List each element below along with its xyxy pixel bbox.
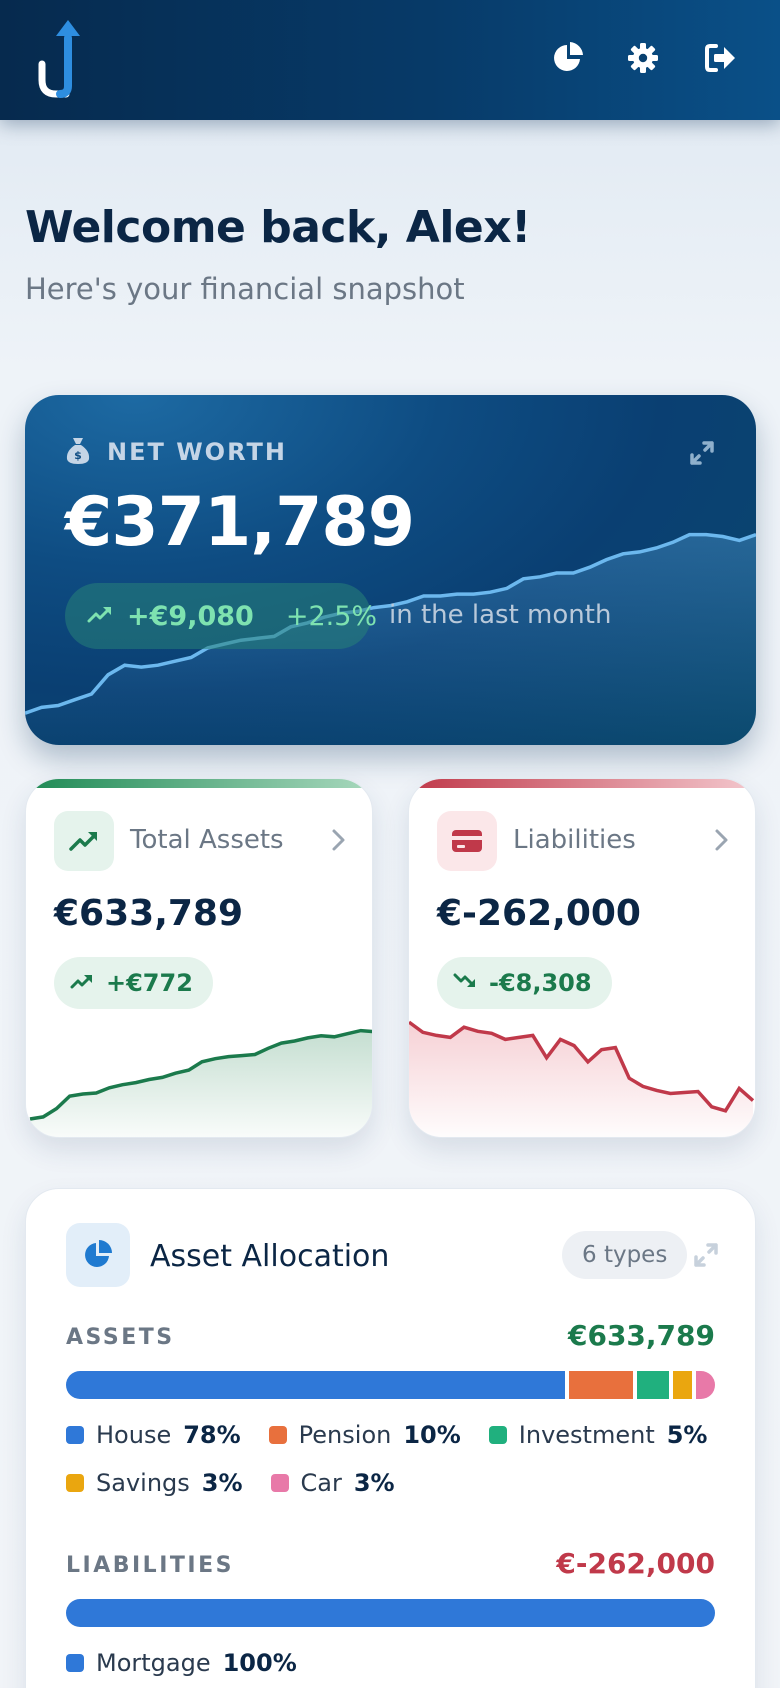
- chevron-right-icon[interactable]: [326, 827, 350, 853]
- legend-label: Car: [300, 1469, 342, 1497]
- net-worth-change-amount: +€9,080: [127, 600, 254, 632]
- card-accent-bar: [26, 779, 372, 788]
- asset-allocation-title: Asset Allocation: [150, 1239, 390, 1274]
- money-bag-icon: $: [65, 435, 91, 469]
- asset-allocation-card: Asset Allocation 6 types ASSETS €633,789…: [25, 1188, 756, 1688]
- pie-chart-icon: [66, 1223, 130, 1287]
- liabilities-title: Liabilities: [513, 825, 636, 855]
- trend-down-icon: [453, 972, 477, 994]
- liabilities-card[interactable]: Liabilities €-262,000 -€8,308: [408, 778, 756, 1138]
- liabilities-section-label: LIABILITIES: [66, 1553, 234, 1578]
- assets-legend: House 78% Pension 10% Investment 5%: [66, 1421, 735, 1449]
- trend-up-icon: [70, 972, 94, 994]
- total-assets-sparkline: [29, 1028, 372, 1137]
- legend-swatch: [66, 1654, 84, 1672]
- chevron-right-icon[interactable]: [709, 827, 733, 853]
- trend-up-icon: [87, 604, 113, 628]
- pie-chart-icon[interactable]: [550, 40, 586, 76]
- legend-percent: 78%: [183, 1421, 241, 1449]
- legend-label: Investment: [518, 1421, 655, 1449]
- legend-label: House: [96, 1421, 172, 1449]
- legend-swatch: [488, 1426, 507, 1444]
- total-assets-area: [30, 1030, 372, 1137]
- liabilities-area: [409, 1022, 753, 1137]
- legend-swatch: [268, 1426, 287, 1444]
- total-assets-card[interactable]: Total Assets €633,789 +€772: [25, 778, 373, 1138]
- legend-swatch: [66, 1474, 84, 1492]
- net-worth-value: €371,789: [65, 483, 415, 562]
- legend-percent: 5%: [666, 1421, 708, 1449]
- liabilities-allocation-bar[interactable]: [66, 1599, 715, 1627]
- gear-icon[interactable]: [625, 40, 661, 76]
- allocation-segment-house[interactable]: [66, 1371, 565, 1399]
- legend-swatch: [270, 1474, 289, 1492]
- assets-allocation-bar[interactable]: [66, 1371, 715, 1399]
- legend-label: Pension: [298, 1421, 392, 1449]
- assets-legend: Savings 3% Car 3%: [66, 1469, 423, 1497]
- app-logo[interactable]: [36, 18, 88, 102]
- card-accent-bar: [409, 779, 755, 788]
- net-worth-label-row: $ NET WORTH: [65, 435, 287, 469]
- credit-card-icon: [437, 811, 497, 871]
- expand-icon[interactable]: [688, 439, 716, 467]
- expand-icon[interactable]: [692, 1241, 720, 1269]
- net-worth-period: in the last month: [389, 600, 612, 630]
- liabilities-change: -€8,308: [489, 969, 592, 997]
- sign-out-icon[interactable]: [702, 40, 738, 76]
- allocation-segment-car[interactable]: [695, 1371, 715, 1399]
- legend-percent: 3%: [201, 1469, 243, 1497]
- total-assets-value: €633,789: [54, 893, 244, 934]
- legend-item-car: Car 3%: [270, 1469, 395, 1497]
- liabilities-value: €-262,000: [437, 893, 641, 934]
- net-worth-change-badge: +€9,080 +2.5%: [65, 583, 377, 649]
- page-subtitle: Here's your financial snapshot: [25, 272, 465, 306]
- asset-types-badge: 6 types: [562, 1231, 688, 1279]
- legend-percent: 100%: [222, 1649, 297, 1677]
- legend-swatch: [66, 1426, 84, 1444]
- trend-up-icon: [54, 811, 114, 871]
- allocation-segment-savings[interactable]: [672, 1371, 692, 1399]
- legend-item-mortgage: Mortgage 100%: [66, 1649, 297, 1677]
- legend-item-pension: Pension 10%: [268, 1421, 461, 1449]
- page-title: Welcome back, Alex!: [25, 202, 531, 253]
- net-worth-label: NET WORTH: [107, 438, 287, 466]
- allocation-segment-investment[interactable]: [636, 1371, 669, 1399]
- liabilities-sparkline: [409, 1020, 755, 1137]
- legend-item-house: House 78%: [66, 1421, 241, 1449]
- assets-section-total: €633,789: [567, 1319, 715, 1352]
- legend-label: Mortgage: [96, 1649, 211, 1677]
- net-worth-card[interactable]: $ NET WORTH €371,789 +€9,080 +2.5% in th…: [25, 395, 756, 745]
- total-assets-change: +€772: [106, 969, 193, 997]
- svg-text:$: $: [74, 449, 82, 462]
- legend-percent: 3%: [353, 1469, 395, 1497]
- allocation-segment-pension[interactable]: [568, 1371, 633, 1399]
- legend-item-savings: Savings 3%: [66, 1469, 243, 1497]
- total-assets-title: Total Assets: [130, 825, 284, 855]
- allocation-segment-mortgage[interactable]: [66, 1599, 715, 1627]
- legend-percent: 10%: [403, 1421, 461, 1449]
- legend-label: Savings: [96, 1469, 190, 1497]
- app-header: [0, 0, 780, 120]
- legend-item-investment: Investment 5%: [488, 1421, 708, 1449]
- assets-section-label: ASSETS: [66, 1325, 175, 1350]
- liabilities-section-total: €-262,000: [556, 1547, 715, 1580]
- net-worth-change-percent: +2.5%: [285, 600, 378, 632]
- liabilities-legend: Mortgage 100%: [66, 1649, 325, 1677]
